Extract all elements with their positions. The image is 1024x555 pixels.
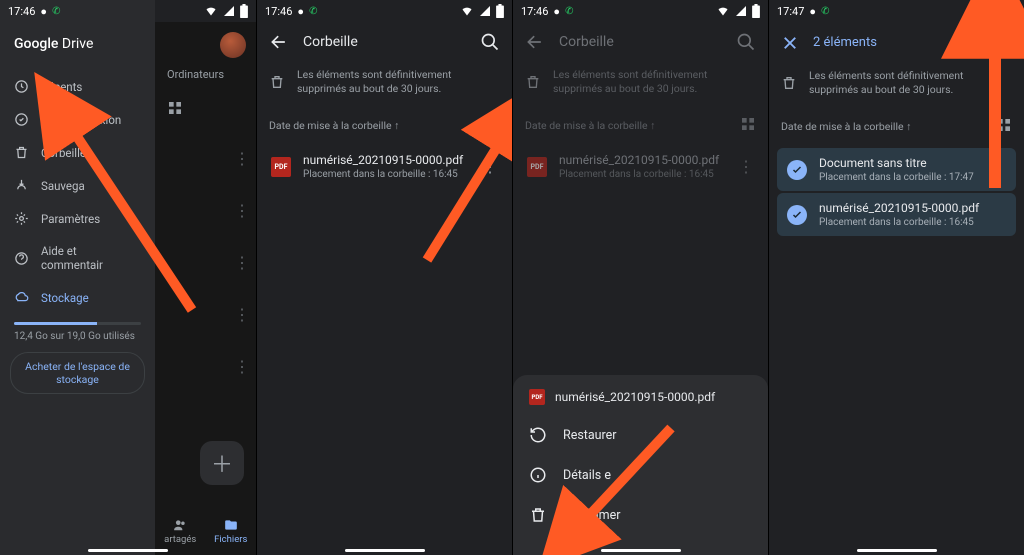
wifi-icon (204, 5, 218, 17)
trash-notice: Les éléments sont définitivement supprim… (257, 64, 512, 110)
close-selection-icon[interactable] (781, 34, 799, 52)
drive-background: Ordinateurs ⋮⋮⋮⋮⋮ ＋ artagés Fichiers (155, 22, 256, 555)
bottom-sheet: PDF numérisé_20210915-0000.pdf Restaurer… (513, 375, 768, 555)
back-icon[interactable] (525, 32, 545, 52)
file-row: PDF numérisé_20210915-0000.pdf Placement… (513, 145, 768, 188)
storage-progress (14, 322, 141, 325)
sheet-delete[interactable]: Supprimer (513, 495, 768, 535)
file-row-selected[interactable]: Document sans titre Placement dans la co… (777, 148, 1016, 191)
drive-logo: Google Drive (0, 22, 155, 70)
file-subtext: Placement dans la corbeille : 16:45 (303, 169, 466, 180)
chat-icon: ● (40, 5, 47, 18)
sort-row[interactable]: Date de mise à la corbeille ↑ (257, 110, 512, 145)
select-all-icon[interactable] (956, 34, 974, 52)
sheet-details[interactable]: Détails e (513, 455, 768, 495)
storage-usage-text: 12,4 Go sur 19,0 Go utilisés (0, 331, 155, 352)
nav-pill (88, 549, 168, 552)
trash-icon (269, 68, 285, 96)
pdf-icon: PDF (529, 389, 545, 405)
screenshot-2: 17:46●✆ Corbeille Les éléments sont défi… (256, 0, 512, 555)
search-icon[interactable] (480, 32, 500, 52)
sort-row[interactable]: Date de mise à la corbeille ↑ (769, 111, 1024, 146)
menu-offline[interactable]: Hors connexion (0, 103, 155, 136)
check-icon (787, 205, 807, 225)
status-bar: 17:46 ● ✆ (0, 0, 256, 22)
search-icon[interactable] (736, 32, 756, 52)
status-bar: 17:46●✆ (257, 0, 512, 22)
tab-files[interactable]: Fichiers (206, 507, 257, 555)
bottom-tabs[interactable]: artagés Fichiers (155, 507, 256, 555)
pdf-icon: PDF (527, 157, 547, 177)
new-fab[interactable]: ＋ (200, 441, 244, 485)
top-bar: Corbeille (513, 22, 768, 64)
menu-settings[interactable]: Paramètres (0, 202, 155, 235)
more-icon[interactable]: ⋮ (478, 157, 502, 176)
nav-pill (857, 549, 937, 552)
screenshot-1: Ordinateurs ⋮⋮⋮⋮⋮ ＋ artagés Fichiers 17:… (0, 0, 256, 555)
page-title: Corbeille (303, 34, 466, 50)
sheet-restore[interactable]: Restaurer (513, 415, 768, 455)
whatsapp-icon: ✆ (52, 6, 60, 17)
nav-pill (601, 549, 681, 552)
buy-storage-button[interactable]: Acheter de l'espace de stockage (10, 352, 145, 394)
selection-top-bar: 2 éléments ⋮ (769, 22, 1024, 65)
sort-row: Date de mise à la corbeille ↑ (513, 110, 768, 145)
menu-trash[interactable]: Corbeille (0, 136, 155, 169)
nav-pill (345, 549, 425, 552)
top-bar: Corbeille (257, 22, 512, 64)
back-icon[interactable] (269, 32, 289, 52)
grid-toggle-icon (740, 116, 756, 135)
trash-icon (781, 69, 797, 97)
page-title: Corbeille (559, 34, 722, 50)
grid-view-icon[interactable] (167, 100, 183, 120)
selection-count: 2 éléments (813, 35, 942, 50)
nav-drawer: 17:46 ● ✆ Google Drive Récents Hors conn… (0, 0, 155, 555)
avatar[interactable] (220, 32, 246, 58)
file-row[interactable]: PDF numérisé_20210915-0000.pdf Placement… (257, 145, 512, 188)
screenshot-3: 17:46●✆ Corbeille Les éléments sont défi… (512, 0, 768, 555)
trash-icon (525, 68, 541, 96)
list-item-placeholders: ⋮⋮⋮⋮⋮ (234, 152, 250, 374)
status-bar: 17:47●✆ (769, 0, 1024, 22)
status-bar: 17:46●✆ (513, 0, 768, 22)
tab-shared[interactable]: artagés (155, 507, 206, 555)
sort-label: Date de mise à la corbeille ↑ (269, 119, 399, 132)
battery-icon (240, 4, 248, 18)
trash-notice: Les éléments sont définitivement supprim… (513, 64, 768, 110)
menu-help[interactable]: Aide et commentair (0, 235, 155, 281)
screenshot-4: 17:47●✆ 2 éléments ⋮ Les éléments sont d… (768, 0, 1024, 555)
file-row-selected[interactable]: numérisé_20210915-0000.pdf Placement dan… (777, 193, 1016, 236)
more-icon: ⋮ (734, 157, 758, 176)
pdf-icon: PDF (271, 157, 291, 177)
sheet-header: PDF numérisé_20210915-0000.pdf (513, 389, 768, 415)
grid-toggle-icon[interactable] (996, 117, 1012, 136)
file-name: numérisé_20210915-0000.pdf (303, 153, 466, 167)
menu-recents[interactable]: Récents (0, 70, 155, 103)
overflow-icon[interactable]: ⋮ (988, 32, 1012, 53)
signal-icon (223, 5, 235, 17)
grid-toggle-icon[interactable] (484, 116, 500, 135)
clock-text: 17:46 (8, 5, 35, 18)
trash-notice: Les éléments sont définitivement supprim… (769, 65, 1024, 111)
menu-storage[interactable]: Stockage (0, 281, 155, 314)
menu-backup[interactable]: Sauvega (0, 169, 155, 202)
check-icon (787, 160, 807, 180)
